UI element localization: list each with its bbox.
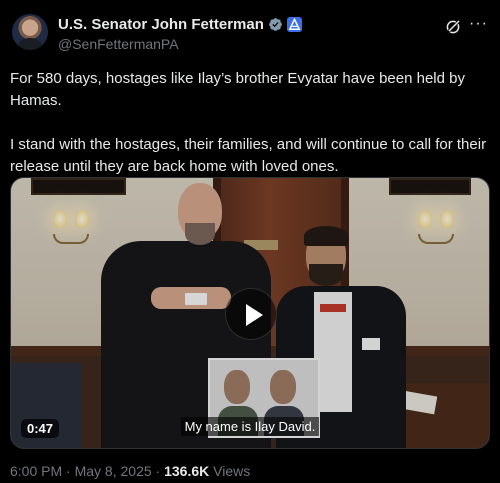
government-affiliation-icon[interactable] [286,17,302,32]
meta-separator: · [66,463,71,479]
author-handle[interactable]: @SenFettermanPA [58,36,179,52]
play-icon[interactable] [225,288,277,340]
video-player[interactable]: 0:47 My name is Ilay David. [10,177,490,449]
tweet-header: U.S. Senator John Fetterman @SenFetterma… [12,12,488,56]
verified-badge-icon[interactable] [268,17,283,32]
views-count[interactable]: 136.6K [164,463,209,479]
grok-icon[interactable] [444,18,462,36]
author-name-row: U.S. Senator John Fetterman [58,16,302,33]
tweet-time[interactable]: 6:00 PM [10,463,62,479]
meta-separator: · [155,463,161,479]
video-caption: My name is Ilay David. [11,417,489,436]
author-display-name[interactable]: U.S. Senator John Fetterman [58,16,264,33]
views-label: Views [213,463,251,479]
tweet-paragraph: I stand with the hostages, their familie… [10,136,487,175]
avatar[interactable] [12,14,48,50]
tweet-paragraph: For 580 days, hostages like Ilay’s broth… [10,70,465,109]
video-caption-text: My name is Ilay David. [180,417,320,436]
tweet-date[interactable]: May 8, 2025 [75,463,152,479]
tweet-text: For 580 days, hostages like Ilay’s broth… [10,68,490,178]
more-options-icon[interactable]: ··· [469,16,488,32]
tweet-meta: 6:00 PM · May 8, 2025 · 136.6K Views [10,463,250,479]
